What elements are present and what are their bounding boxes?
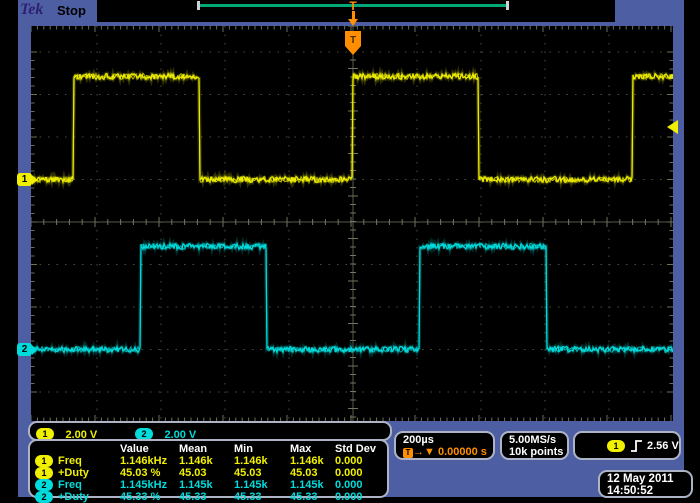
scope-graticule-and-traces: T [31,26,673,421]
meas-stddev: 0.000 [335,467,363,479]
meas-max: 45.03 [290,467,318,479]
trigger-arrow-icon: →▼ [413,446,435,458]
col-header-value: Value [120,443,149,455]
meas-name: Freq [58,455,82,467]
meas-row-badge: 2 [35,479,53,491]
meas-min: 45.03 [234,467,262,479]
meas-max: 45.33 [290,491,318,503]
time: 14:50:52 [607,485,653,497]
meas-name: +Duty [58,491,89,503]
meas-name: Freq [58,479,82,491]
channel-2-ground-marker[interactable]: 2 [17,343,32,356]
meas-min: 45.33 [234,491,262,503]
meas-row-badge: 2 [35,491,53,503]
acquisition-status: Stop [57,3,86,18]
meas-mean: 1.146k [179,455,213,467]
meas-max: 1.145k [290,479,324,491]
waveform-display: T [31,26,673,421]
meas-min: 1.146k [234,455,268,467]
horizontal-position-value: 0.00000 s [438,446,487,458]
acquisition-readout-box[interactable]: 5.00MS/s 10k points [500,431,569,460]
horizontal-position: T→▼ 0.00000 s [403,446,487,458]
meas-stddev: 0.000 [335,479,363,491]
meas-mean: 1.145k [179,479,213,491]
sample-rate: 5.00MS/s [509,434,556,446]
meas-stddev: 0.000 [335,491,363,503]
svg-text:T: T [350,35,356,46]
timebase-scale: 200µs [403,434,434,446]
meas-value: 1.145kHz [120,479,167,491]
meas-mean: 45.03 [179,467,207,479]
channel-1-marker-arrow-icon [32,175,37,185]
datetime-box: 12 May 2011 14:50:52 [598,470,693,498]
meas-value: 45.03 % [120,467,160,479]
trigger-level: 2.56 V [647,440,679,452]
trigger-position-arrow-shaft [352,11,355,19]
channel-1-badge: 1 [36,428,54,440]
trigger-readout-box[interactable]: 1 2.56 V [573,431,681,460]
meas-max: 1.146k [290,455,324,467]
col-header-mean: Mean [179,443,207,455]
meas-row-badge: 1 [35,455,53,467]
channel-1-ground-label: 1 [22,174,28,185]
col-header-max: Max [290,443,311,455]
measurements-box: Value Mean Min Max Std Dev 1 Freq 1.146k… [28,439,389,498]
meas-mean: 45.33 [179,491,207,503]
trigger-position-arrow-icon [348,19,358,26]
channel-2-ground-label: 2 [22,344,28,355]
meas-value: 1.146kHz [120,455,167,467]
channel-2-marker-arrow-icon [32,345,37,355]
channel-1-ground-marker[interactable]: 1 [17,173,32,186]
date: 12 May 2011 [607,473,674,485]
meas-min: 1.145k [234,479,268,491]
rising-edge-slope-icon [630,439,643,453]
col-header-min: Min [234,443,253,455]
trigger-t-icon: T [403,448,413,458]
meas-row-badge: 1 [35,467,53,479]
channel-2-badge: 2 [135,428,153,440]
tek-logo: Tek [20,1,43,19]
horizontal-readout-box[interactable]: 200µs T→▼ 0.00000 s [394,431,495,460]
record-window-right-bracket [506,1,509,10]
trigger-source-badge: 1 [607,440,625,452]
channel-scales-box: 1 2.00 V 2 2.00 V [28,421,392,441]
meas-name: +Duty [58,467,89,479]
record-length: 10k points [509,446,563,458]
col-header-stddev: Std Dev [335,443,376,455]
trigger-level-arrow-icon[interactable] [667,120,678,134]
meas-stddev: 0.000 [335,455,363,467]
meas-value: 45.33 % [120,491,160,503]
